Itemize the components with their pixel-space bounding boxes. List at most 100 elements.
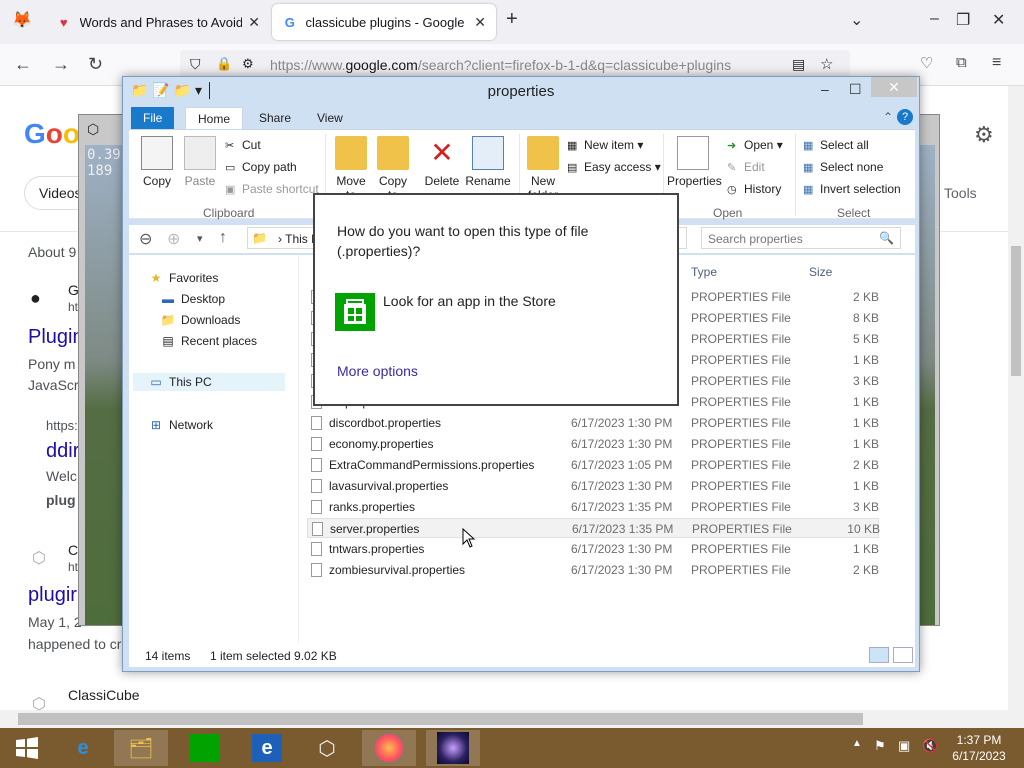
explorer-title-bar[interactable]: 📁 📝 📁 ▾ │ properties – ☐ ✕	[123, 77, 919, 105]
internet-explorer-icon[interactable]: e	[56, 730, 110, 766]
minimize-icon[interactable]: –	[821, 81, 829, 97]
select-all-button[interactable]: ▦ Select all	[803, 138, 869, 152]
file-row[interactable]: ranks.properties 6/17/2023 1:35 PM PROPERT…	[307, 497, 879, 517]
search-icon[interactable]: 🔍	[879, 231, 894, 245]
result-title-link[interactable]: Plugin	[28, 326, 84, 349]
nav-downloads[interactable]: 📁 Downloads	[159, 313, 241, 327]
cut-button[interactable]: ✂ Cut	[225, 138, 261, 152]
result-title-link[interactable]: ddir	[46, 440, 79, 463]
start-button[interactable]	[0, 730, 54, 766]
details-view-icon[interactable]	[869, 647, 889, 663]
scroll-thumb[interactable]	[18, 713, 863, 725]
back-icon[interactable]: ⊖	[139, 229, 152, 249]
file-row[interactable]: zombiesurvival.properties 6/17/2023 1:30 …	[307, 560, 879, 580]
new-item-button[interactable]: ▦ New item ▾	[567, 138, 643, 152]
settings-gear-icon[interactable]: ⚙	[974, 122, 994, 148]
shield-icon[interactable]: ⛉	[190, 56, 201, 73]
close-tab-icon[interactable]: ✕	[474, 14, 486, 31]
reload-icon[interactable]: ↻	[88, 54, 103, 75]
nav-network[interactable]: ⊞ Network	[147, 418, 213, 432]
file-row[interactable]: tntwars.properties 6/17/2023 1:30 PM PROPE…	[307, 539, 879, 559]
tab-home[interactable]: Home	[185, 107, 244, 129]
clock[interactable]: 1:37 PM 6/17/2023	[946, 732, 1012, 764]
edit-button[interactable]: ✎ Edit	[727, 160, 765, 174]
forward-icon[interactable]: →	[52, 54, 70, 75]
item-count: 14 items	[145, 649, 191, 663]
galaxy-app-icon[interactable]	[426, 730, 480, 766]
show-hidden-icons-icon[interactable]: ▲	[852, 738, 862, 749]
lock-icon[interactable]: 🔒	[216, 56, 232, 72]
google-logo[interactable]: Goo	[24, 118, 80, 150]
tab-words-phrases[interactable]: ♥ Words and Phrases to Avoid in ... ✕	[46, 4, 270, 40]
action-center-flag-icon[interactable]: ⚑	[874, 738, 886, 754]
nav-favorites[interactable]: ★ Favorites	[147, 271, 219, 285]
store-option[interactable]: Look for an app in the Store	[383, 293, 556, 309]
copy-button[interactable]: Copy	[137, 136, 177, 188]
pocket-save-icon[interactable]: ♡	[920, 54, 933, 72]
classicube-taskbar-icon[interactable]: ⬡	[300, 730, 354, 766]
bookmark-star-icon[interactable]: ☆	[820, 55, 833, 73]
maximize-icon[interactable]: ☐	[849, 81, 862, 98]
url-text[interactable]: https://www.google.com/search?client=fir…	[270, 57, 731, 73]
firefox-menu-icon[interactable]: 🦊	[12, 10, 32, 30]
recent-locations-icon[interactable]: ▾	[197, 232, 203, 245]
tab-google-search[interactable]: G classicube plugins - Google Sea... ✕	[272, 4, 496, 40]
help-icon[interactable]: ?	[897, 109, 913, 125]
paste-shortcut-button[interactable]: ▣ Paste shortcut	[225, 182, 319, 196]
file-row[interactable]: discordbot.properties 6/17/2023 1:30 PM PR…	[307, 413, 879, 433]
tools-button[interactable]: Tools	[944, 185, 977, 201]
minimize-icon[interactable]: –	[930, 10, 939, 28]
store-icon[interactable]	[335, 293, 375, 331]
tab-file[interactable]: File	[131, 107, 175, 129]
close-tab-icon[interactable]: ✕	[248, 14, 260, 31]
tab-share[interactable]: Share	[247, 107, 303, 129]
nav-desktop[interactable]: ▬ Desktop	[159, 292, 225, 306]
close-icon[interactable]: ✕	[871, 77, 917, 97]
column-header-size[interactable]: Size	[809, 265, 832, 279]
internet-explorer-2-icon[interactable]: e	[240, 730, 294, 766]
large-icons-view-icon[interactable]	[893, 647, 913, 663]
navigation-pane: ★ Favorites ▬ Desktop 📁 Downloads ▤ Recent p…	[129, 255, 299, 643]
invert-selection-button[interactable]: ▦ Invert selection	[803, 182, 901, 196]
menu-icon[interactable]: ≡	[992, 54, 1001, 72]
properties-button[interactable]: Properties	[667, 136, 722, 188]
file-row[interactable]: lavasurvival.properties 6/17/2023 1:30 PM…	[307, 476, 879, 496]
page-vertical-scrollbar[interactable]	[1008, 86, 1024, 710]
ribbon-collapse-icon[interactable]: ⌃	[883, 110, 893, 124]
reader-view-icon[interactable]: ▤	[792, 56, 805, 73]
column-header-type[interactable]: Type	[691, 265, 717, 279]
select-none-button[interactable]: ▦ Select none	[803, 160, 883, 174]
result-title-link[interactable]: plugir	[28, 584, 77, 607]
paste-button[interactable]: Paste	[179, 136, 221, 188]
volume-muted-icon[interactable]: 🔇	[922, 738, 938, 754]
file-row[interactable]: economy.properties 6/17/2023 1:30 PM PROPE…	[307, 434, 879, 454]
extensions-icon[interactable]: ⧉	[956, 54, 967, 71]
new-tab-icon[interactable]: +	[506, 8, 518, 31]
tab-view[interactable]: View	[305, 107, 355, 129]
delete-button[interactable]: ✕ Delete	[421, 136, 463, 188]
history-button[interactable]: ◷ History	[727, 182, 781, 196]
easy-access-button[interactable]: ▤ Easy access ▾	[567, 160, 661, 174]
file-row[interactable]: ExtraCommandPermissions.properties 6/17/2…	[307, 455, 879, 475]
up-icon[interactable]: ↑	[219, 229, 227, 247]
back-icon[interactable]: ←	[14, 54, 32, 75]
store-taskbar-icon[interactable]	[178, 730, 232, 766]
restore-icon[interactable]: ❐	[956, 10, 970, 30]
file-row[interactable]: server.properties 6/17/2023 1:35 PM PROPER…	[307, 518, 880, 538]
nav-this-pc[interactable]: ▭ This PC	[133, 373, 285, 391]
list-tabs-icon[interactable]: ⌄	[850, 10, 863, 30]
nav-recent-places[interactable]: ▤ Recent places	[159, 334, 257, 348]
firefox-taskbar-icon[interactable]	[362, 730, 416, 766]
search-box[interactable]: Search properties 🔍	[701, 227, 901, 249]
network-tray-icon[interactable]: ▣	[898, 738, 910, 754]
forward-icon[interactable]: ⊕	[167, 229, 180, 249]
page-horizontal-scrollbar[interactable]	[0, 710, 1024, 728]
scroll-thumb[interactable]	[1011, 246, 1021, 376]
more-options-link[interactable]: More options	[337, 363, 418, 379]
open-button[interactable]: ➜ Open ▾	[727, 138, 783, 152]
copy-path-button[interactable]: ▭ Copy path	[225, 160, 297, 174]
close-window-icon[interactable]: ✕	[992, 10, 1005, 30]
permissions-icon[interactable]: ⚙	[242, 56, 254, 72]
file-explorer-icon[interactable]: 🗂	[114, 730, 168, 766]
rename-button[interactable]: Rename	[465, 136, 511, 188]
